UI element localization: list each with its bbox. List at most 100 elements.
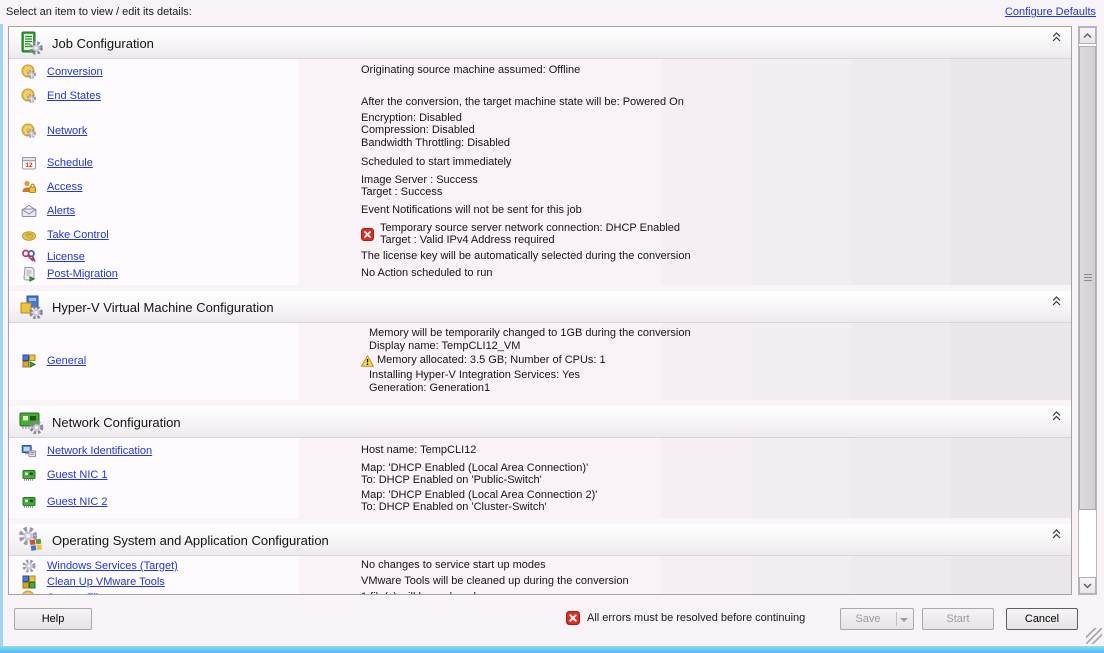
- gear-coin-icon: [21, 123, 37, 139]
- link-take-control[interactable]: Take Control: [47, 229, 109, 241]
- section-job-configuration: Job Configuration Conversion Originating s…: [9, 27, 1071, 285]
- item-details: Originating source machine assumed: Offl…: [361, 61, 580, 78]
- warning-icon: [361, 353, 374, 369]
- item-details: Map: 'DHCP Enabled (Local Area Connectio…: [361, 488, 597, 515]
- link-end-states[interactable]: End States: [47, 90, 101, 102]
- save-button[interactable]: Save: [840, 608, 914, 630]
- link-network[interactable]: Network: [47, 125, 87, 137]
- detail-line: Originating source machine assumed: Offl…: [361, 64, 580, 77]
- section-header: Operating System and Application Configu…: [9, 524, 1071, 556]
- section-header: Hyper-V Virtual Machine Configuration: [9, 291, 1071, 323]
- help-button[interactable]: Help: [14, 608, 92, 630]
- link-windows-services-target[interactable]: Windows Services (Target): [47, 560, 178, 572]
- detail-line: VMware Tools will be cleaned up during t…: [361, 576, 629, 589]
- detail-line: Installing Hyper-V Integration Services:…: [361, 370, 691, 383]
- detail-line: Memory allocated: 3.5 GB; Number of CPUs…: [361, 353, 691, 370]
- collapse-section-icon[interactable]: [1052, 529, 1061, 542]
- gear-coin-icon: [21, 88, 37, 104]
- item-details: Memory will be temporarily changed to 1G…: [361, 327, 691, 396]
- link-license[interactable]: License: [47, 251, 85, 263]
- link-schedule[interactable]: Schedule: [47, 157, 93, 169]
- detail-line: Temporary source server network connecti…: [380, 222, 680, 235]
- config-item-row: Guest NIC 1 Map: 'DHCP Enabled (Local Are…: [9, 461, 1071, 488]
- section-title: Job Configuration: [52, 36, 154, 51]
- save-dropdown-icon[interactable]: [900, 618, 908, 622]
- config-item-row: End StatesAfter the conversion, the targ…: [9, 84, 1071, 110]
- collapse-section-icon[interactable]: [1052, 411, 1061, 424]
- detail-line: To: DHCP Enabled on 'Public-Switch': [361, 475, 588, 488]
- computer-id-icon: [21, 443, 37, 459]
- detail-line: Host name: TempCLI12: [361, 444, 476, 457]
- detail-line: Generation: Generation1: [361, 382, 691, 395]
- error-icon: [361, 227, 374, 243]
- detail-line: Event Notifications will not be sent for…: [361, 204, 582, 217]
- configuration-list-panel: Job Configuration Conversion Originating s…: [8, 26, 1072, 595]
- section-title: Operating System and Application Configu…: [52, 533, 329, 548]
- nic-card-icon: [21, 494, 37, 510]
- configure-defaults-link[interactable]: Configure Defaults: [1005, 6, 1096, 18]
- detail-line: Target : Success: [361, 187, 478, 200]
- section-hyper-v-virtual-machine-configuration: Hyper-V Virtual Machine Configuration Gen…: [9, 291, 1071, 400]
- config-item-row: Post-Migration No Action scheduled to run: [9, 266, 1071, 282]
- gear-coin-icon: [21, 590, 37, 595]
- window-border-left: [0, 24, 3, 653]
- detail-line: Bandwidth Throttling: Disabled: [361, 137, 510, 150]
- config-item-row: 12 Schedule Scheduled to start immediately: [9, 152, 1071, 173]
- collapse-section-icon[interactable]: [1052, 32, 1061, 45]
- cancel-button[interactable]: Cancel: [1006, 608, 1078, 630]
- start-button[interactable]: Start: [922, 608, 994, 630]
- user-lock-icon: [21, 179, 37, 195]
- gear-windows-icon: [18, 527, 44, 553]
- script-arrow-icon: [21, 266, 37, 282]
- link-system-files[interactable]: System Files: [47, 592, 110, 595]
- item-details: VMware Tools will be cleaned up during t…: [361, 575, 629, 590]
- detail-line: Display name: TempCLI12_VM: [361, 340, 691, 353]
- section-operating-system-and-application-configuration: Operating System and Application Configu…: [9, 524, 1071, 595]
- calendar-icon: 12: [21, 155, 37, 171]
- link-guest-nic-2[interactable]: Guest NIC 2: [47, 496, 108, 508]
- config-item-row: Clean Up VMware Tools VMware Tools will b…: [9, 574, 1071, 590]
- scroll-down-button[interactable]: [1079, 577, 1096, 594]
- item-details: No changes to service start up modes: [361, 559, 546, 574]
- item-details: Map: 'DHCP Enabled (Local Area Connectio…: [361, 461, 588, 488]
- scrollbar-thumb[interactable]: [1079, 46, 1096, 510]
- scrollbar-gripper-icon: [1084, 274, 1092, 282]
- config-item-row: Conversion Originating source machine ass…: [9, 61, 1071, 84]
- link-clean-up-vmware-tools[interactable]: Clean Up VMware Tools: [47, 576, 165, 588]
- config-item-row: Windows Services (Target) No changes to s…: [9, 558, 1071, 574]
- shell-icon: [21, 227, 37, 243]
- error-message: All errors must be resolved before conti…: [587, 612, 805, 624]
- job-configuration-icon: [18, 30, 44, 56]
- detail-line: Image Server : Success: [361, 174, 478, 187]
- footer-bar: Help All errors must be resolved before …: [0, 602, 1104, 646]
- detail-line: Scheduled to start immediately: [361, 156, 511, 169]
- item-details: 1 file(s) will be replaced: [361, 591, 476, 595]
- link-alerts[interactable]: Alerts: [47, 205, 75, 217]
- item-details: Scheduled to start immediately: [361, 155, 511, 170]
- section-header: Job Configuration: [9, 27, 1071, 59]
- cubes-icon: [21, 574, 37, 590]
- link-network-identification[interactable]: Network Identification: [47, 445, 152, 457]
- item-details: Event Notifications will not be sent for…: [361, 203, 582, 218]
- scroll-up-button[interactable]: [1079, 27, 1096, 44]
- section-title: Network Configuration: [52, 415, 181, 430]
- config-item-row: System Files 1 file(s) will be replaced: [9, 590, 1071, 595]
- envelope-icon: [21, 203, 37, 219]
- link-general[interactable]: General: [47, 355, 86, 367]
- link-post-migration[interactable]: Post-Migration: [47, 268, 118, 280]
- network-card-icon: [18, 409, 44, 435]
- link-conversion[interactable]: Conversion: [47, 66, 103, 78]
- link-access[interactable]: Access: [47, 181, 82, 193]
- gear-coin-icon: [21, 64, 37, 80]
- detail-line: No changes to service start up modes: [361, 560, 546, 573]
- error-banner: All errors must be resolved before conti…: [565, 610, 805, 626]
- detail-line: No Action scheduled to run: [361, 268, 492, 281]
- keys-icon: [21, 249, 37, 265]
- detail-line: The license key will be automatically se…: [361, 251, 691, 264]
- vertical-scrollbar[interactable]: [1078, 26, 1097, 595]
- collapse-section-icon[interactable]: [1052, 296, 1061, 309]
- cubes-arrow-icon: [21, 353, 37, 369]
- config-item-row: Take Control Temporary source server netw…: [9, 221, 1071, 248]
- link-guest-nic-1[interactable]: Guest NIC 1: [47, 469, 108, 481]
- item-details: Image Server : SuccessTarget : Success: [361, 173, 478, 200]
